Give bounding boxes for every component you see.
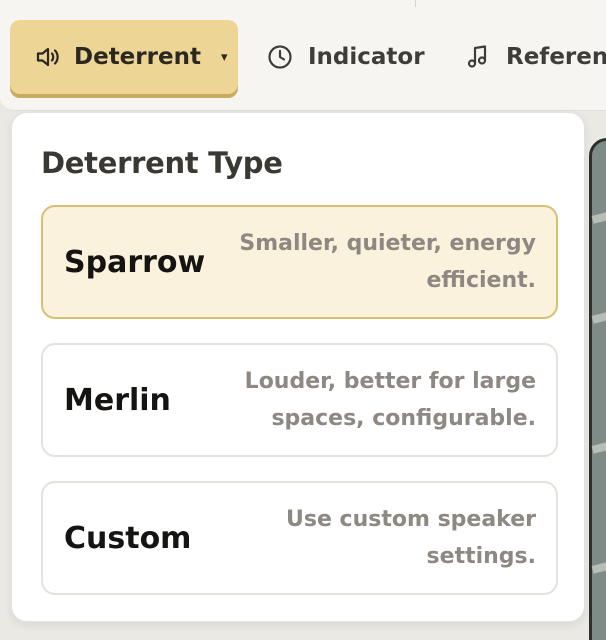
panel-stripe [591, 206, 606, 224]
panel-stripe [591, 436, 606, 454]
option-name: Merlin [64, 382, 171, 418]
panel-stripe [591, 556, 606, 574]
tab-indicator[interactable]: Indicator [266, 20, 425, 94]
background-panel [589, 138, 606, 640]
option-merlin[interactable]: Merlin Louder, better for large spaces, … [41, 343, 558, 457]
music-note-icon [464, 43, 492, 71]
clock-icon [266, 43, 294, 71]
tab-deterrent[interactable]: Deterrent ▾ [10, 20, 238, 94]
option-name: Custom [64, 520, 192, 556]
tab-reference[interactable]: Reference [464, 20, 606, 94]
option-sparrow[interactable]: Sparrow Smaller, quieter, energy efficie… [41, 205, 558, 319]
dropdown-title: Deterrent Type [41, 146, 283, 180]
option-description: Use custom speaker settings. [286, 507, 536, 569]
option-name: Sparrow [64, 244, 206, 280]
option-description: Louder, better for large spaces, configu… [244, 369, 536, 431]
tab-indicator-label: Indicator [308, 44, 425, 70]
option-description: Smaller, quieter, energy efficient. [239, 231, 536, 293]
tab-deterrent-label: Deterrent [74, 44, 201, 70]
toolbar-divider [415, 0, 416, 7]
top-toolbar: Deterrent ▾ Indicator Reference [0, 0, 606, 111]
panel-stripe [591, 306, 606, 324]
tab-reference-label: Reference [506, 44, 606, 70]
app-page: Deterrent ▾ Indicator Reference [0, 0, 606, 640]
chevron-down-icon: ▾ [220, 49, 228, 65]
deterrent-type-dropdown: Deterrent Type Sparrow Smaller, quieter,… [11, 112, 585, 622]
speaker-icon [34, 43, 62, 71]
option-custom[interactable]: Custom Use custom speaker settings. [41, 481, 558, 595]
